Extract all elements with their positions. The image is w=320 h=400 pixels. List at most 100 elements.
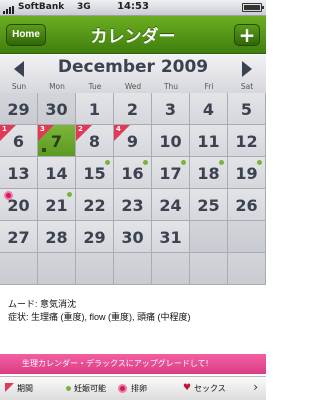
calendar-day [114,253,152,285]
weekday-label: Thu [163,82,179,91]
calendar-day [228,221,266,253]
calendar-day [228,253,266,285]
calendar-day[interactable]: 3 [152,93,190,125]
calendar-grid: 29 30 1 2 3 4 5 1 6 3 7 2 8 4 9 10 11 12 13 14 15 16 17 18 19 20 2… [0,93,266,285]
calendar-day[interactable]: 29 [76,221,114,253]
day-number: 1 [88,100,101,119]
heart-icon: ♥ [183,383,192,393]
day-number: 29 [83,228,106,247]
calendar-day[interactable]: 14 [38,157,76,189]
calendar-day[interactable]: 1 [76,93,114,125]
add-button[interactable]: + [234,24,260,46]
day-number: 13 [7,164,30,183]
day-number: 20 [7,196,30,215]
calendar-day[interactable]: 16 [0,125,38,157]
calendar-day[interactable]: 49 [114,125,152,157]
day-number: 17 [159,164,182,183]
day-number: 24 [159,196,182,215]
month-title: December 2009 [57,57,209,77]
day-number: 3 [164,100,177,119]
day-number: 14 [45,164,68,183]
ovulation-flower-icon [118,384,127,393]
day-number: 8 [88,132,101,151]
calendar-day[interactable]: 23 [114,189,152,221]
day-number: 26 [235,196,258,215]
legend-bar[interactable]: 期間 妊娠可能 排卵 ♥ セックス › [0,376,266,400]
day-number: 30 [45,100,68,119]
calendar-day[interactable]: 10 [152,125,190,157]
day-number: 2 [126,100,139,119]
calendar-day[interactable]: 5 [228,93,266,125]
day-number: 21 [45,196,68,215]
day-number: 22 [83,196,106,215]
legend-sex-label: セックス [194,384,226,393]
navigation-bar: Home カレンダー + [0,16,266,54]
calendar-day[interactable]: 29 [0,93,38,125]
calendar-day[interactable]: 17 [152,157,190,189]
calendar-day-today[interactable]: 37 [38,125,76,157]
fertile-dot-icon [66,386,71,391]
day-number: 19 [235,164,258,183]
day-number: 6 [12,132,25,151]
upgrade-banner[interactable]: 生理カレンダー・デラックスにアップグレードして! [0,354,266,374]
calendar-day[interactable]: 27 [0,221,38,253]
weekday-label: Sun [11,82,27,91]
symptoms-text: 症状: 生理痛 (重度), flow (重度), 頭痛 (中程度) [8,312,191,322]
chevron-right-icon[interactable]: › [253,380,258,394]
day-number: 30 [121,228,144,247]
calendar-day[interactable]: 30 [114,221,152,253]
calendar-day [190,221,228,253]
calendar-day [190,253,228,285]
calendar-day[interactable]: 12 [228,125,266,157]
day-number: 18 [197,164,220,183]
day-number: 7 [50,132,63,151]
day-number: 5 [240,100,253,119]
battery-icon [242,3,264,12]
calendar-day[interactable]: 20 [0,189,38,221]
calendar-day[interactable]: 31 [152,221,190,253]
prev-month-arrow-icon[interactable] [14,61,24,77]
day-number: 12 [235,132,258,151]
calendar-day[interactable]: 28 [76,125,114,157]
calendar-day[interactable]: 2 [114,93,152,125]
day-number: 11 [197,132,220,151]
calendar-day[interactable]: 22 [76,189,114,221]
day-number: 25 [197,196,220,215]
period-marker-icon [5,383,14,392]
clock: 14:53 [117,1,149,12]
calendar-day[interactable]: 15 [76,157,114,189]
mood-text: ムード: 意気消沈 [8,299,77,309]
calendar-day[interactable]: 21 [38,189,76,221]
weekday-label: Fri [204,82,214,91]
weekday-header: Sun Mon Tue Wed Thu Fri Sat [0,82,266,92]
legend-period-label: 期間 [17,384,33,393]
calendar-day[interactable]: 13 [0,157,38,189]
weekday-label: Tue [88,82,102,91]
calendar-day[interactable]: 30 [38,93,76,125]
day-number: 10 [159,132,182,151]
weekday-label: Mon [49,82,65,91]
calendar-day[interactable]: 16 [114,157,152,189]
calendar-day[interactable]: 11 [190,125,228,157]
calendar-day[interactable]: 28 [38,221,76,253]
legend-fertile-label: 妊娠可能 [74,384,106,393]
calendar-day [38,253,76,285]
weekday-label: Wed [124,82,142,91]
calendar-day[interactable]: 18 [190,157,228,189]
month-header: December 2009 Sun Mon Tue Wed Thu Fri Sa… [0,55,266,93]
home-button[interactable]: Home [6,24,46,46]
legend-ovulation-label: 排卵 [131,384,147,393]
next-month-arrow-icon[interactable] [242,61,252,77]
day-number: 23 [121,196,144,215]
day-number: 29 [7,100,30,119]
calendar-day [0,253,38,285]
page-title: カレンダー [90,27,176,47]
calendar-day[interactable]: 4 [190,93,228,125]
day-number: 31 [159,228,182,247]
calendar-day[interactable]: 26 [228,189,266,221]
day-number: 9 [126,132,139,151]
calendar-day[interactable]: 25 [190,189,228,221]
calendar-day[interactable]: 24 [152,189,190,221]
day-details: ムード: 意気消沈 症状: 生理痛 (重度), flow (重度), 頭痛 (中… [8,298,258,324]
calendar-day[interactable]: 19 [228,157,266,189]
